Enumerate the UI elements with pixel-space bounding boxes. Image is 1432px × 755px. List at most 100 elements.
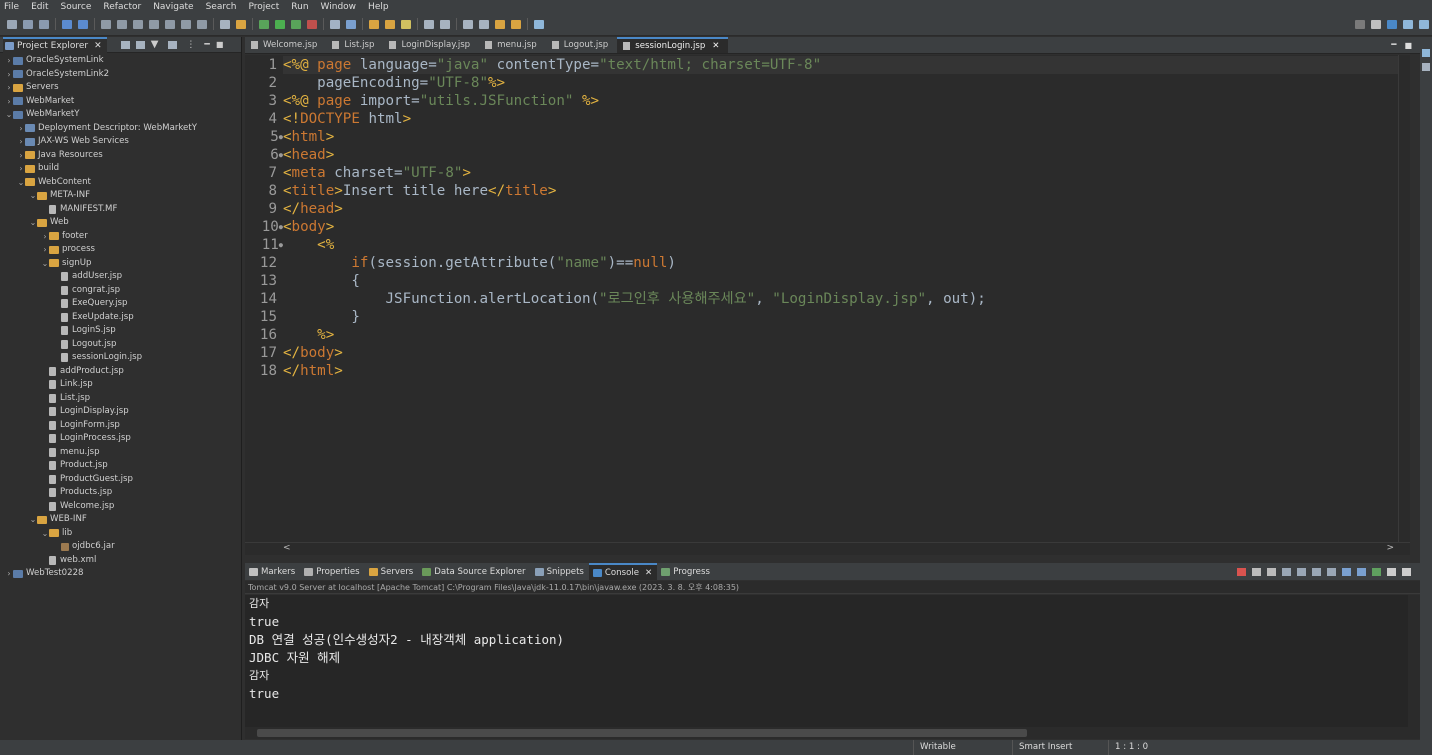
- open-perspective-icon[interactable]: [534, 19, 544, 29]
- skip-breakpoints-icon[interactable]: [78, 19, 88, 29]
- maximize-icon[interactable]: [1402, 567, 1411, 576]
- tree-item[interactable]: Products.jsp: [41, 486, 112, 499]
- perspective-icon[interactable]: [1371, 19, 1381, 29]
- menu-item-search[interactable]: Search: [202, 2, 245, 12]
- open-type-icon[interactable]: [369, 19, 379, 29]
- pin-icon[interactable]: [463, 19, 473, 29]
- panel-tab-console[interactable]: Console ✕: [588, 563, 658, 580]
- menu-item-edit[interactable]: Edit: [27, 2, 56, 12]
- editor-vertical-scrollbar[interactable]: [1398, 55, 1410, 542]
- step-into-icon[interactable]: [165, 19, 175, 29]
- tree-item[interactable]: menu.jsp: [41, 446, 100, 459]
- word-wrap-icon[interactable]: [1297, 567, 1306, 576]
- show-stdout-icon[interactable]: [1312, 567, 1321, 576]
- maximize-icon[interactable]: ■: [216, 40, 224, 49]
- last-edit-icon[interactable]: [479, 19, 489, 29]
- console-output[interactable]: 감자 true DB 연결 성공(인수생성자2 - 내장객체 application…: [245, 595, 1420, 727]
- panel-tab-snippets[interactable]: Snippets: [531, 563, 589, 580]
- tree-item[interactable]: › build: [17, 162, 59, 175]
- menu-item-window[interactable]: Window: [317, 2, 365, 12]
- console-scroll-thumb[interactable]: [257, 729, 1027, 737]
- open-console-icon[interactable]: [1372, 567, 1381, 576]
- expanded-arrow-icon[interactable]: ⌄: [5, 108, 13, 121]
- scroll-left-icon[interactable]: <: [283, 543, 291, 553]
- tree-item[interactable]: ⌄ WebMarketY: [5, 108, 80, 121]
- tree-item[interactable]: List.jsp: [41, 392, 90, 405]
- tree-item[interactable]: ⌄ WEB-INF: [29, 513, 87, 526]
- minimize-icon[interactable]: ━: [1391, 40, 1396, 50]
- editor-tab[interactable]: List.jsp: [326, 37, 383, 53]
- remove-all-icon[interactable]: [1267, 567, 1276, 576]
- build-icon[interactable]: [236, 19, 246, 29]
- tree-item[interactable]: LoginForm.jsp: [41, 419, 120, 432]
- disconnect-icon[interactable]: [149, 19, 159, 29]
- tree-item[interactable]: › Java Resources: [17, 149, 102, 162]
- console-horizontal-scrollbar[interactable]: [245, 727, 1420, 739]
- save-icon[interactable]: [23, 19, 33, 29]
- pen-icon[interactable]: [401, 19, 411, 29]
- expanded-arrow-icon[interactable]: ⌄: [41, 257, 49, 270]
- expanded-arrow-icon[interactable]: ⌄: [29, 513, 37, 526]
- tree-item[interactable]: addProduct.jsp: [41, 365, 124, 378]
- code-editor[interactable]: 1 2 3 4 5● 6● 7 8 9 10● 11● 12 13 14 15 16 17 18 <%@ page…: [245, 55, 1410, 542]
- suspend-icon[interactable]: [117, 19, 127, 29]
- new-server-icon[interactable]: [330, 19, 340, 29]
- collapsed-arrow-icon[interactable]: ›: [17, 162, 25, 175]
- tree-item[interactable]: › Servers: [5, 81, 58, 94]
- new-package-icon[interactable]: [346, 19, 356, 29]
- display-console-icon[interactable]: [1357, 567, 1366, 576]
- search-icon[interactable]: [1355, 19, 1365, 29]
- menu-item-project[interactable]: Project: [244, 2, 287, 12]
- menu-item-navigate[interactable]: Navigate: [149, 2, 201, 12]
- coverage-icon[interactable]: [291, 19, 301, 29]
- close-icon[interactable]: ✕: [94, 41, 102, 51]
- scroll-right-icon[interactable]: >: [1386, 543, 1394, 553]
- back-icon[interactable]: [495, 19, 505, 29]
- pin-console-icon[interactable]: [1342, 567, 1351, 576]
- collapsed-arrow-icon[interactable]: ›: [41, 243, 49, 256]
- tree-item[interactable]: › WebMarket: [5, 95, 74, 108]
- project-explorer-tab[interactable]: Project Explorer ✕: [3, 36, 107, 53]
- menu-item-run[interactable]: Run: [287, 2, 316, 12]
- editor-tab[interactable]: LoginDisplay.jsp: [383, 37, 479, 53]
- remove-launch-icon[interactable]: [1252, 567, 1261, 576]
- maximize-icon[interactable]: ■: [1404, 41, 1412, 50]
- tree-item[interactable]: web.xml: [41, 554, 96, 567]
- tree-item[interactable]: LoginDisplay.jsp: [41, 405, 129, 418]
- tree-item[interactable]: ⌄ Web: [29, 216, 69, 229]
- view-menu-icon[interactable]: ⋮: [186, 40, 195, 50]
- tree-item[interactable]: MANIFEST.MF: [41, 203, 117, 216]
- filter-icon[interactable]: ▼: [151, 39, 159, 50]
- collapsed-arrow-icon[interactable]: ›: [5, 68, 13, 81]
- focus-icon[interactable]: [168, 40, 178, 49]
- tree-item[interactable]: › JAX-WS Web Services: [17, 135, 128, 148]
- debug-perspective-icon[interactable]: [1403, 19, 1413, 29]
- collapsed-arrow-icon[interactable]: ›: [17, 122, 25, 135]
- panel-tab-servers[interactable]: Servers: [365, 563, 419, 580]
- show-stderr-icon[interactable]: [1327, 567, 1336, 576]
- menu-item-source[interactable]: Source: [57, 2, 100, 12]
- tree-item[interactable]: ExeQuery.jsp: [53, 297, 127, 310]
- step-return-icon[interactable]: [197, 19, 207, 29]
- close-icon[interactable]: ✕: [712, 41, 719, 51]
- tree-item[interactable]: › OracleSystemLink: [5, 54, 103, 67]
- collapsed-arrow-icon[interactable]: ›: [5, 95, 13, 108]
- minimize-icon[interactable]: ━: [204, 40, 209, 50]
- menu-item-help[interactable]: Help: [364, 2, 397, 12]
- terminate-icon[interactable]: [1237, 567, 1246, 576]
- menu-item-refactor[interactable]: Refactor: [99, 2, 149, 12]
- collapsed-arrow-icon[interactable]: ›: [5, 54, 13, 67]
- editor-tab[interactable]: Logout.jsp: [546, 37, 617, 53]
- collapsed-arrow-icon[interactable]: ›: [17, 149, 25, 162]
- panel-tab-markers[interactable]: Markers: [245, 563, 300, 580]
- tree-item[interactable]: ⌄ lib: [41, 527, 73, 540]
- debug-icon[interactable]: [259, 19, 269, 29]
- tree-item[interactable]: › Deployment Descriptor: WebMarketY: [17, 122, 197, 135]
- panel-tab-progress[interactable]: Progress: [657, 563, 715, 580]
- panel-tab-properties[interactable]: Properties: [300, 563, 364, 580]
- tree-item[interactable]: LoginS.jsp: [53, 324, 116, 337]
- menu-item-file[interactable]: File: [0, 2, 27, 12]
- terminal-icon[interactable]: [62, 19, 72, 29]
- code-area[interactable]: <%@ page language="java" contentType="te…: [283, 55, 1403, 542]
- annotation-icon[interactable]: [440, 19, 450, 29]
